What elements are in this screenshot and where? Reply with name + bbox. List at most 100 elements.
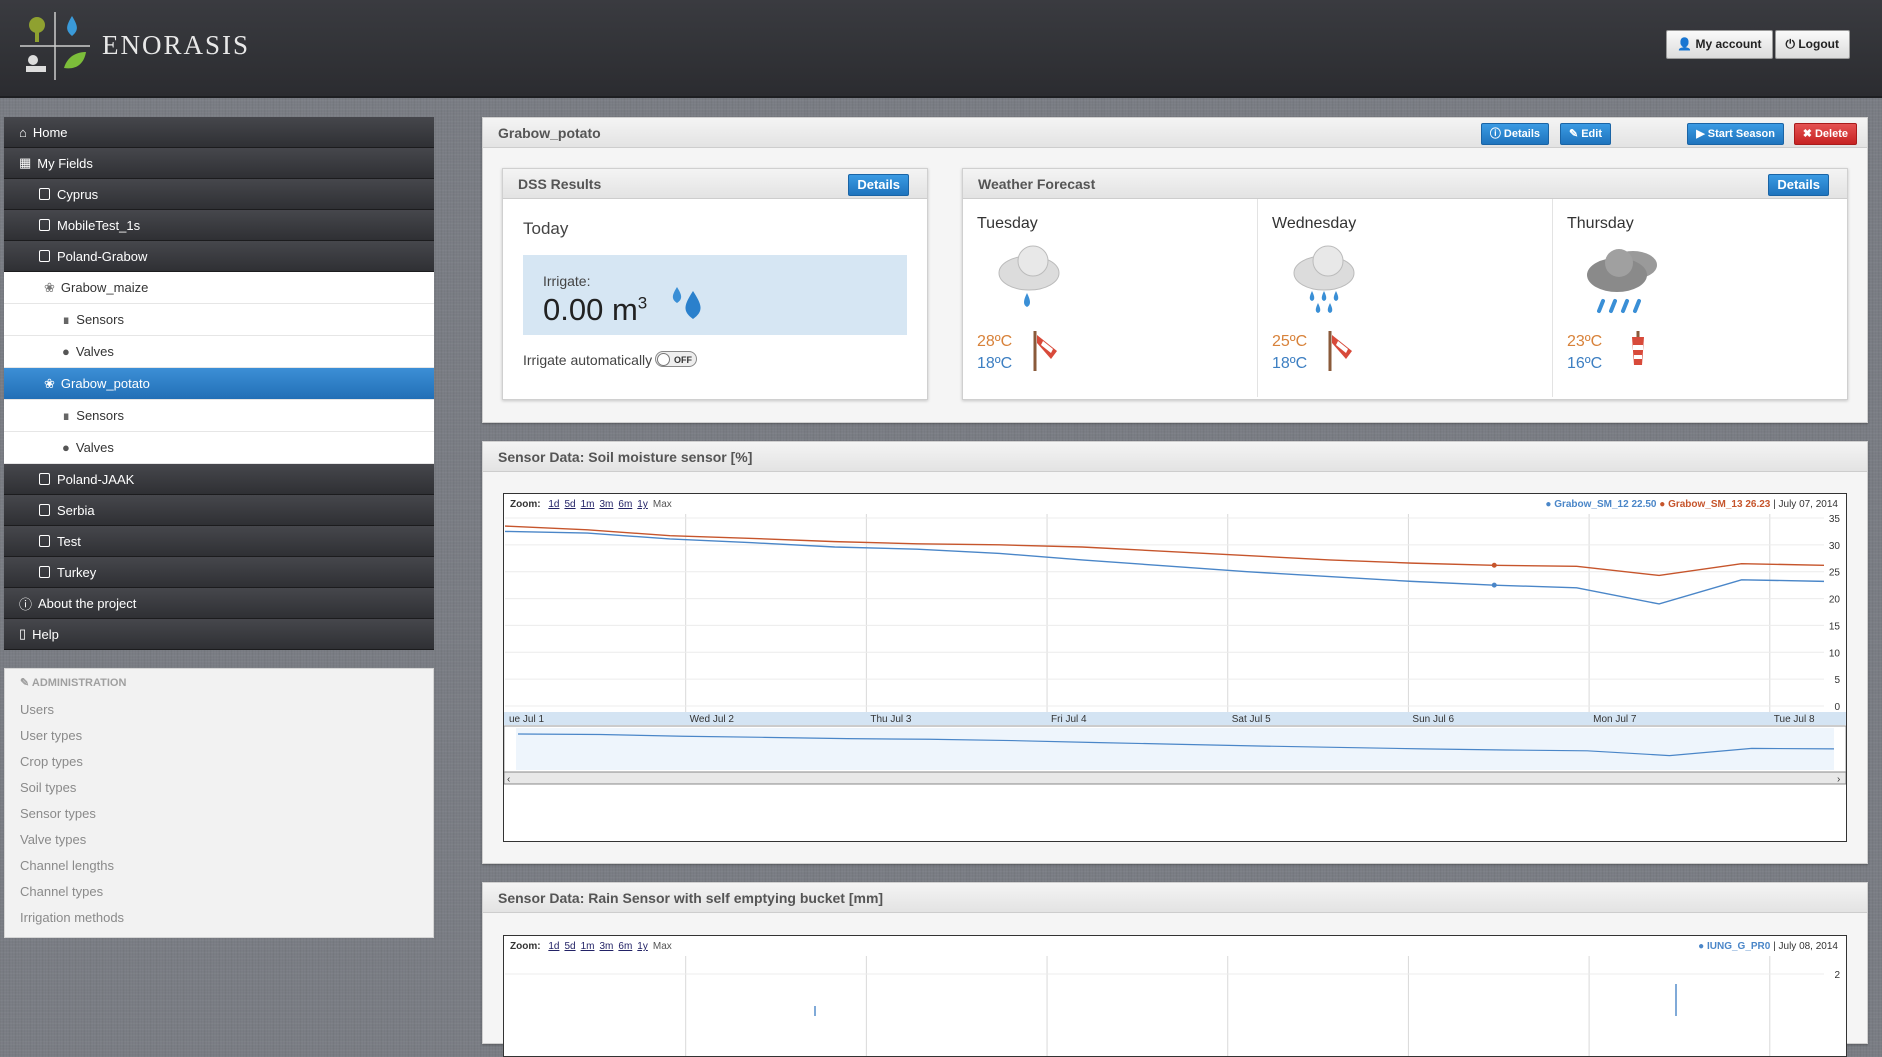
sidebar-item-maize-valves[interactable]: ● Valves	[4, 336, 434, 368]
delete-label: Delete	[1814, 128, 1848, 140]
logout-button[interactable]: ⏻ Logout	[1774, 30, 1850, 59]
admin-heading-label: ADMINISTRATION	[31, 677, 127, 689]
sidebar-item-cyprus[interactable]: Cyprus	[4, 179, 434, 210]
irrigate-label: Irrigate:	[543, 273, 591, 289]
dss-title: DSS Results	[518, 176, 602, 192]
leaf-icon: ❀	[44, 375, 55, 391]
y-tick-label: 30	[1829, 541, 1841, 552]
sidebar-item-poland-grabow[interactable]: Poland-Grabow	[4, 241, 434, 272]
weather-forecast-header: Weather Forecast Details	[963, 169, 1847, 199]
x-tick-label: Sat Jul 5	[1232, 714, 1271, 725]
rss-icon: ∎	[62, 311, 71, 327]
sidebar-item-label: Help	[32, 626, 59, 642]
my-account-button[interactable]: 👤 My account	[1666, 30, 1773, 59]
admin-item-valve-types[interactable]: Valve types	[5, 827, 433, 853]
y-tick-label: 35	[1829, 514, 1841, 525]
soil-moisture-plot: 0 5 10 15 20 25 30 35 ue Jul 1 Wed Jul 2 Thu Jul 3…	[504, 514, 1846, 785]
sidebar-item-help[interactable]: ▯ Help	[4, 619, 434, 650]
y-tick-label: 25	[1829, 568, 1841, 579]
navigator-scrollbar	[504, 771, 1846, 785]
checkbox-icon	[39, 566, 50, 578]
sidebar-item-potato-valves[interactable]: ● Valves	[4, 432, 434, 464]
sidebar-item-maize-sensors[interactable]: ∎ Sensors	[4, 304, 434, 336]
sidebar-item-label: Turkey	[57, 564, 97, 580]
weather-low-temp: 18ºC	[1272, 355, 1308, 372]
weather-title: Weather Forecast	[978, 176, 1096, 192]
sidebar-item-potato-sensors[interactable]: ∎ Sensors	[4, 400, 434, 432]
weather-low-temp: 18ºC	[977, 355, 1013, 372]
sidebar-item-grabow-maize[interactable]: ❀ Grabow_maize	[4, 272, 434, 304]
weather-low-temp: 16ºC	[1567, 355, 1603, 372]
admin-item-channel-types[interactable]: Channel types	[5, 879, 433, 905]
rain-sensor-header: Sensor Data: Rain Sensor with self empty…	[483, 883, 1867, 913]
delete-button[interactable]: ✖ Delete	[1793, 123, 1857, 145]
admin-item-users[interactable]: Users	[5, 697, 433, 723]
sidebar-item-my-fields[interactable]: ▦ My Fields	[4, 148, 434, 179]
series-marker-grabow-sm-13	[1491, 562, 1497, 568]
admin-item-soil-types[interactable]: Soil types	[5, 775, 433, 801]
admin-item-irrigation-methods[interactable]: Irrigation methods	[5, 905, 433, 931]
play-icon: ▶	[1696, 128, 1708, 140]
admin-heading: ✎ ADMINISTRATION	[5, 669, 433, 697]
weather-high-temp: 23ºC	[1567, 333, 1603, 350]
start-season-label: Start Season	[1707, 128, 1775, 140]
soil-moisture-chart[interactable]: Zoom: 1d 5d 1m 3m 6m 1y Max ● Grabow_SM_12 22.…	[503, 493, 1847, 842]
weather-day-tuesday: Tuesday 28ºC 18ºC	[963, 199, 1258, 397]
start-season-button[interactable]: ▶ Start Season	[1687, 123, 1784, 145]
admin-item-sensor-types[interactable]: Sensor types	[5, 801, 433, 827]
sidebar-item-label: Valves	[75, 344, 114, 359]
checkbox-icon	[39, 250, 50, 262]
sidebar-item-label: Serbia	[57, 502, 95, 518]
rain-sensor-chart[interactable]: Zoom: 1d 5d 1m 3m 6m 1y Max ● IUNG_G_PR0 | Jul…	[503, 935, 1847, 1057]
sidebar-item-label: Home	[32, 124, 68, 140]
drop-icon: ●	[62, 344, 70, 359]
x-tick-label: Wed Jul 2	[690, 714, 735, 725]
power-icon: ⏻	[1785, 37, 1799, 51]
admin-item-channel-lengths[interactable]: Channel lengths	[5, 853, 433, 879]
sidebar-item-test[interactable]: Test	[4, 526, 434, 557]
rain-sensor-plot: 2	[505, 956, 1840, 1056]
sidebar-item-label: Sensors	[76, 312, 124, 327]
sidebar-item-grabow-potato[interactable]: ❀ Grabow_potato	[4, 368, 434, 400]
sidebar-item-turkey[interactable]: Turkey	[4, 557, 434, 588]
weather-forecast-panel: Weather Forecast Details Tuesday 28ºC 18…	[962, 168, 1848, 400]
admin-item-crop-types[interactable]: Crop types	[5, 749, 433, 775]
sidebar-item-mobiletest[interactable]: MobileTest_1s	[4, 210, 434, 241]
checkbox-icon	[39, 535, 50, 547]
windsock-icon	[1632, 331, 1644, 365]
irrigate-auto-toggle[interactable]: OFF	[655, 351, 697, 367]
dss-results-panel: DSS Results Details Today Irrigate: 0.00…	[502, 168, 928, 400]
sidebar-item-serbia[interactable]: Serbia	[4, 495, 434, 526]
x-tick-label: Thu Jul 3	[870, 714, 912, 725]
sidebar-item-poland-jaak[interactable]: Poland-JAAK	[4, 464, 434, 495]
field-panel-header: Grabow_potato ⓘ Details ✎ Edit ▶ Start S…	[483, 118, 1867, 148]
irrigate-auto-label: Irrigate automatically	[523, 352, 653, 368]
today-label: Today	[523, 219, 569, 238]
sidebar-item-about[interactable]: ⓘ About the project	[4, 588, 434, 619]
edit-button[interactable]: ✎ Edit	[1559, 123, 1611, 145]
sidebar-item-label: Grabow_maize	[60, 280, 149, 295]
y-tick-label: 15	[1829, 621, 1841, 632]
grid-icon: ▦	[19, 155, 32, 170]
sidebar-item-label: My Fields	[37, 155, 93, 171]
sidebar-item-label: Cyprus	[57, 186, 99, 202]
sidebar-item-home[interactable]: ⌂ Home	[4, 117, 434, 148]
weather-day-wednesday: Wednesday 25ºC 18ºC	[1258, 199, 1553, 397]
x-tick-label: Tue Jul 8	[1774, 714, 1815, 725]
admin-item-user-types[interactable]: User types	[5, 723, 433, 749]
details-button[interactable]: ⓘ Details	[1480, 123, 1549, 145]
sidebar-item-label: Grabow_potato	[60, 376, 150, 391]
x-tick-label: Fri Jul 4	[1051, 714, 1087, 725]
enorasis-logo[interactable]	[20, 12, 90, 80]
rain-sensor-title: Sensor Data: Rain Sensor with self empty…	[498, 890, 884, 906]
weather-details-button[interactable]: Details	[1768, 174, 1829, 196]
info-icon: ⓘ	[19, 596, 33, 612]
field-title: Grabow_potato	[498, 125, 601, 141]
y-tick-label: 10	[1829, 648, 1841, 659]
checkbox-icon	[39, 504, 50, 516]
weather-day-thursday: Thursday 23ºC 16ºC	[1553, 199, 1847, 397]
dss-details-button[interactable]: Details	[848, 174, 909, 196]
irrigate-value-text: 0.00 m	[543, 292, 638, 327]
edit-icon: ✎	[1568, 128, 1582, 140]
y-tick-label: 2	[1834, 970, 1840, 981]
